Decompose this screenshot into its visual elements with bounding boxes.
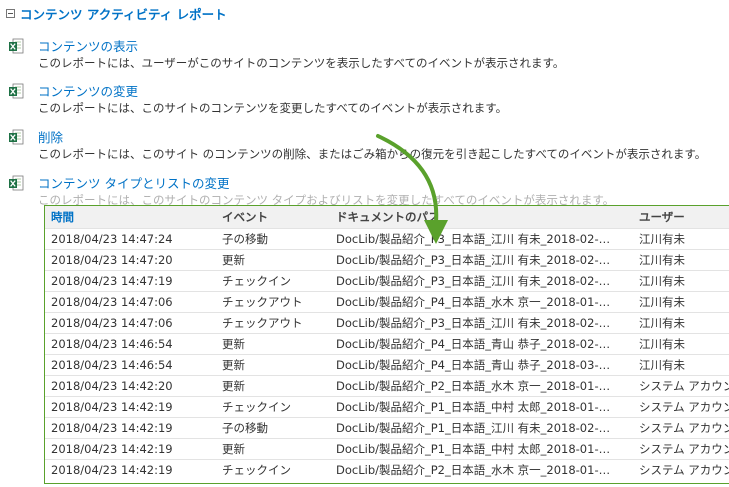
collapse-minus-icon[interactable] xyxy=(6,8,15,18)
table-row: 2018/04/23 14:42:19 チェックイン DocLib/製品紹介_P… xyxy=(45,396,729,418)
cell-path: DocLib/製品紹介_P2_日本語_水木 京一_2018-01-… xyxy=(336,379,611,393)
cell-user: 江川有未 xyxy=(639,358,685,372)
cell-user: システム アカウント xyxy=(639,463,729,477)
cell-time: 2018/04/23 14:42:19 xyxy=(51,421,173,435)
cell-event: チェックアウト xyxy=(222,295,303,309)
table-row: 2018/04/23 14:42:20 更新 DocLib/製品紹介_P2_日本… xyxy=(45,375,729,397)
cell-event: チェックイン xyxy=(222,400,291,414)
section-title[interactable]: コンテンツ アクティビティ レポート xyxy=(20,4,227,23)
report-title-link[interactable]: コンテンツの表示 xyxy=(38,36,138,55)
cell-path: DocLib/製品紹介_P1_日本語_中村 太郎_2018-01-… xyxy=(336,442,611,456)
cell-event: 更新 xyxy=(222,253,245,267)
cell-path: DocLib/製品紹介_P3_日本語_江川 有未_2018-02-… xyxy=(336,232,611,246)
cell-time: 2018/04/23 14:46:54 xyxy=(51,358,173,372)
cell-event: 子の移動 xyxy=(222,421,268,435)
cell-event: チェックイン xyxy=(222,274,291,288)
report-title-link[interactable]: コンテンツ タイプとリストの変更 xyxy=(38,173,229,192)
report-title-link[interactable]: コンテンツの変更 xyxy=(38,81,138,100)
excel-file-icon[interactable] xyxy=(8,38,24,54)
column-header-time[interactable]: 時間 xyxy=(45,206,216,229)
cell-time: 2018/04/23 14:47:24 xyxy=(51,232,173,246)
column-header-path[interactable]: ドキュメントのパス xyxy=(330,206,633,229)
report-description: このレポートには、このサイトのコンテンツを変更したすべてのイベントが表示されます… xyxy=(38,101,508,115)
cell-path: DocLib/製品紹介_P1_日本語_中村 太郎_2018-01-… xyxy=(336,400,611,414)
excel-file-icon[interactable] xyxy=(8,129,24,145)
cell-path: DocLib/製品紹介_P4_日本語_青山 恭子_2018-03-… xyxy=(336,358,611,372)
cell-user: システム アカウント xyxy=(639,421,729,435)
table-row: 2018/04/23 14:47:19 チェックイン DocLib/製品紹介_P… xyxy=(45,270,729,292)
cell-time: 2018/04/23 14:47:06 xyxy=(51,316,173,330)
cell-user: 江川有未 xyxy=(639,337,685,351)
table-row: 2018/04/23 14:46:54 更新 DocLib/製品紹介_P4_日本… xyxy=(45,354,729,376)
column-header-event[interactable]: イベント xyxy=(216,206,330,229)
cell-path: DocLib/製品紹介_P4_日本語_青山 恭子_2018-02-… xyxy=(336,337,611,351)
cell-path: DocLib/製品紹介_P3_日本語_江川 有未_2018-02-… xyxy=(336,316,611,330)
cell-user: 江川有未 xyxy=(639,274,685,288)
table-row: 2018/04/23 14:42:19 子の移動 DocLib/製品紹介_P1_… xyxy=(45,417,729,439)
cell-time: 2018/04/23 14:47:20 xyxy=(51,253,173,267)
table-row: 2018/04/23 14:46:54 更新 DocLib/製品紹介_P4_日本… xyxy=(45,333,729,355)
cell-user: 江川有未 xyxy=(639,232,685,246)
cell-event: チェックアウト xyxy=(222,316,303,330)
excel-file-icon[interactable] xyxy=(8,175,24,191)
cell-path: DocLib/製品紹介_P3_日本語_江川 有未_2018-02-… xyxy=(336,274,611,288)
table-row: 2018/04/23 14:47:06 チェックアウト DocLib/製品紹介_… xyxy=(45,312,729,334)
cell-user: システム アカウント xyxy=(639,379,729,393)
cell-user: 江川有未 xyxy=(639,295,685,309)
cell-event: 更新 xyxy=(222,442,245,456)
cell-event: 更新 xyxy=(222,358,245,372)
cell-event: チェックイン xyxy=(222,463,291,477)
cell-user: 江川有未 xyxy=(639,253,685,267)
cell-time: 2018/04/23 14:42:19 xyxy=(51,442,173,456)
table-row: 2018/04/23 14:47:24 子の移動 DocLib/製品紹介_P3_… xyxy=(45,228,729,250)
cell-event: 子の移動 xyxy=(222,232,268,246)
cell-event: 更新 xyxy=(222,337,245,351)
cell-time: 2018/04/23 14:46:54 xyxy=(51,337,173,351)
excel-file-icon[interactable] xyxy=(8,83,24,99)
cell-user: 江川有未 xyxy=(639,316,685,330)
table-header-row: 時間 イベント ドキュメントのパス ユーザー xyxy=(45,206,729,229)
audit-table: 時間 イベント ドキュメントのパス ユーザー 2018/04/23 14:47:… xyxy=(45,206,729,480)
report-description: このレポートには、このサイト のコンテンツの削除、またはごみ箱からの復元を引き起… xyxy=(38,147,707,161)
section-header[interactable]: コンテンツ アクティビティ レポート xyxy=(6,4,227,23)
cell-path: DocLib/製品紹介_P4_日本語_水木 京一_2018-01-… xyxy=(336,295,611,309)
cell-time: 2018/04/23 14:47:06 xyxy=(51,295,173,309)
cell-path: DocLib/製品紹介_P1_日本語_江川 有未_2018-02-… xyxy=(336,421,611,435)
table-row: 2018/04/23 14:47:20 更新 DocLib/製品紹介_P3_日本… xyxy=(45,249,729,271)
cell-path: DocLib/製品紹介_P2_日本語_水木 京一_2018-01-… xyxy=(336,463,611,477)
cell-user: システム アカウント xyxy=(639,400,729,414)
cell-user: システム アカウント xyxy=(639,442,729,456)
table-row: 2018/04/23 14:47:06 チェックアウト DocLib/製品紹介_… xyxy=(45,291,729,313)
cell-time: 2018/04/23 14:47:19 xyxy=(51,274,173,288)
report-preview-table: 時間 イベント ドキュメントのパス ユーザー 2018/04/23 14:47:… xyxy=(44,205,729,484)
cell-time: 2018/04/23 14:42:20 xyxy=(51,379,173,393)
report-title-link[interactable]: 削除 xyxy=(38,127,63,146)
cell-time: 2018/04/23 14:42:19 xyxy=(51,463,173,477)
table-row: 2018/04/23 14:42:19 チェックイン DocLib/製品紹介_P… xyxy=(45,459,729,481)
cell-event: 更新 xyxy=(222,379,245,393)
table-row: 2018/04/23 14:42:19 更新 DocLib/製品紹介_P1_日本… xyxy=(45,438,729,460)
cell-path: DocLib/製品紹介_P3_日本語_江川 有未_2018-02-… xyxy=(336,253,611,267)
cell-time: 2018/04/23 14:42:19 xyxy=(51,400,173,414)
column-header-user[interactable]: ユーザー xyxy=(633,206,729,229)
report-description: このレポートには、ユーザーがこのサイトのコンテンツを表示したすべてのイベントが表… xyxy=(38,56,565,70)
